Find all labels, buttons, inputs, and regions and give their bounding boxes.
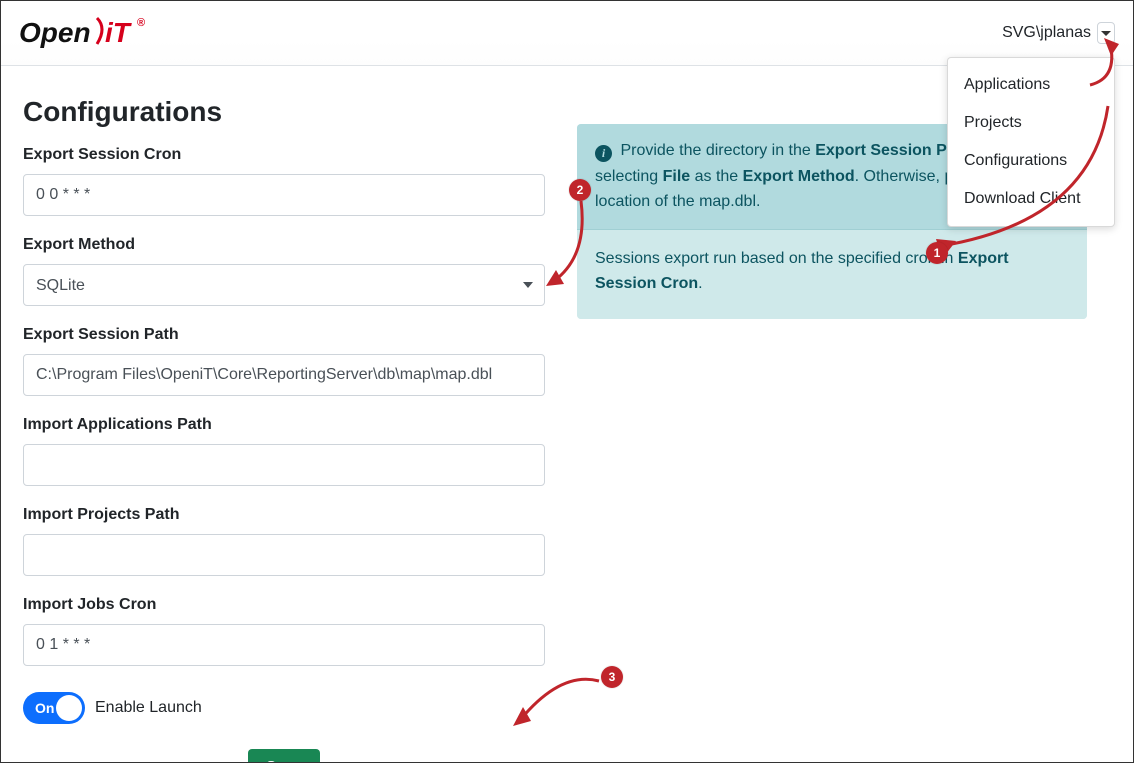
user-name: SVG\jplanas — [1002, 24, 1091, 42]
svg-text:Open: Open — [19, 17, 91, 48]
dropdown-configurations[interactable]: Configurations — [948, 142, 1114, 180]
logo: Open iT ® — [19, 14, 149, 52]
page-title: Configurations — [23, 96, 545, 128]
label-import-projects-path: Import Projects Path — [23, 506, 545, 524]
select-export-method[interactable]: SQLite — [23, 264, 545, 306]
input-import-jobs-cron[interactable] — [23, 624, 545, 666]
dropdown-projects[interactable]: Projects — [948, 104, 1114, 142]
annotation-step-2: 2 — [569, 179, 591, 201]
toggle-state-label: On — [35, 700, 54, 716]
annotation-step-1: 1 — [926, 242, 948, 264]
dropdown-applications[interactable]: Applications — [948, 66, 1114, 104]
input-import-applications-path[interactable] — [23, 444, 545, 486]
label-export-session-path: Export Session Path — [23, 326, 545, 344]
input-import-projects-path[interactable] — [23, 534, 545, 576]
label-export-session-cron: Export Session Cron — [23, 146, 545, 164]
user-dropdown: Applications Projects Configurations Dow… — [947, 57, 1115, 227]
label-import-applications-path: Import Applications Path — [23, 416, 545, 434]
toggle-enable-launch[interactable]: On — [23, 692, 85, 724]
info-bottom: Sessions export run based on the specifi… — [577, 230, 1087, 319]
svg-text:®: ® — [137, 17, 145, 29]
svg-text:iT: iT — [105, 17, 133, 48]
label-enable-launch: Enable Launch — [95, 699, 202, 717]
input-export-session-path[interactable] — [23, 354, 545, 396]
caret-down-icon[interactable] — [1097, 22, 1115, 44]
annotation-step-3: 3 — [601, 666, 623, 688]
label-export-method: Export Method — [23, 236, 545, 254]
dropdown-download-client[interactable]: Download Client — [948, 180, 1114, 218]
label-import-jobs-cron: Import Jobs Cron — [23, 596, 545, 614]
save-button[interactable]: Save — [248, 749, 320, 763]
info-icon: i — [595, 145, 612, 162]
user-menu[interactable]: SVG\jplanas — [1002, 22, 1115, 44]
input-export-session-cron[interactable] — [23, 174, 545, 216]
